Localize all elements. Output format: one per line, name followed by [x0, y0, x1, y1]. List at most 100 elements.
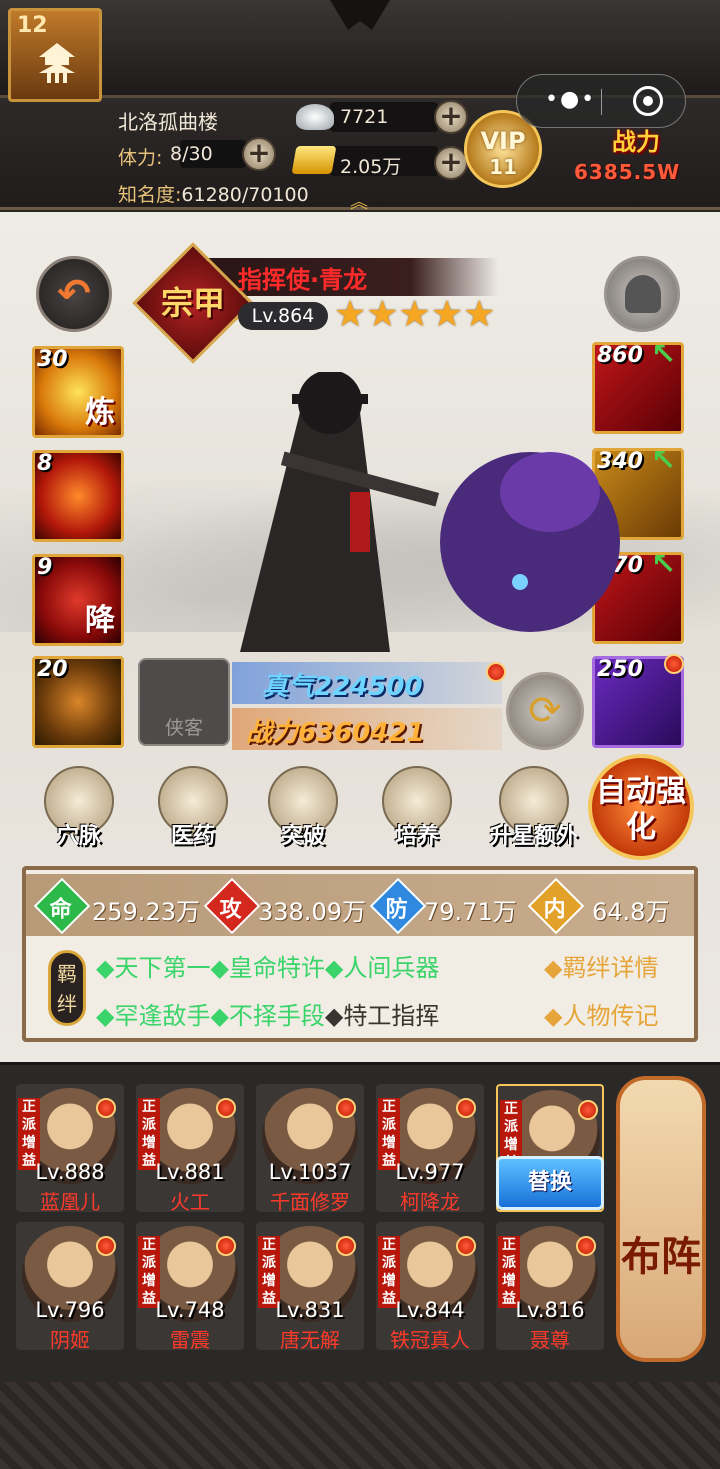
hero-level: Lv.844: [395, 1298, 465, 1322]
roster-card[interactable]: 正派增益 Lv.831 唐无解: [256, 1222, 364, 1352]
roster-card[interactable]: 正派增益 Lv.816 聂尊: [496, 1222, 604, 1352]
roster-card[interactable]: 正派增益 Lv.844 铁冠真人: [376, 1222, 484, 1352]
hero-level: Lv.881: [155, 1160, 225, 1184]
notification-dot: [576, 1236, 596, 1256]
total-power-value: 6385.5W: [574, 160, 681, 184]
stats-panel: 命 259.23万 攻 338.09万 防 79.71万 内 64.8万 羁绊 …: [22, 866, 698, 1042]
gold-value: 2.05万: [340, 156, 402, 178]
skill-glyph: 炼: [85, 395, 115, 430]
hero-level: Lv.888: [35, 1160, 105, 1184]
star-up-extra-button[interactable]: 升星额外: [474, 766, 594, 856]
notification-dot: [336, 1236, 356, 1256]
hero-level: Lv.864: [238, 302, 328, 330]
roster-card[interactable]: 正派增益 Lv.977 柯降龙: [376, 1084, 484, 1214]
zhenqi-value: 真气224500: [262, 672, 423, 702]
fame-display: 知名度:61280/70100: [118, 180, 309, 207]
expand-chevron-icon[interactable]: ︽: [350, 188, 368, 214]
bottom-decor: [0, 1382, 720, 1469]
add-gold-button[interactable]: +: [434, 146, 468, 180]
skill-level: 30: [37, 347, 68, 372]
hp-value: 259.23万: [92, 898, 200, 926]
close-target-icon[interactable]: [633, 86, 663, 116]
hero-name: 柯降龙: [400, 1190, 460, 1214]
hero-name: 火工: [170, 1190, 210, 1214]
skill-slot-4[interactable]: 20: [32, 656, 124, 748]
bond-inactive-trait: ◆特工指挥: [324, 1002, 440, 1030]
medicine-button[interactable]: 医药: [148, 766, 238, 856]
notification-dot: [216, 1236, 236, 1256]
helmet-icon[interactable]: [604, 256, 680, 332]
attribute-row: 命 259.23万 攻 338.09万 防 79.71万 内 64.8万: [26, 874, 694, 936]
stamina-value: 8/30: [170, 143, 213, 165]
roster-card[interactable]: 正派增益 Lv.748 雷震: [136, 1222, 244, 1352]
more-menu-icon[interactable]: •●•: [545, 87, 596, 112]
hero-level: Lv.977: [395, 1160, 465, 1184]
hero-level: Lv.816: [515, 1298, 585, 1322]
hero-name: 千面修罗: [270, 1190, 350, 1214]
notification-dot: [96, 1236, 116, 1256]
biography-link[interactable]: ◆人物传记: [544, 996, 658, 1031]
roster-card[interactable]: 正派增益 Lv.888 蓝凰儿: [16, 1084, 124, 1214]
gold-ingot-icon: [291, 146, 337, 174]
medicine-label: 医药: [170, 824, 215, 849]
hero-level: Lv.748: [155, 1298, 225, 1322]
formation-button[interactable]: 布阵: [616, 1076, 706, 1362]
pagoda-icon: [39, 43, 75, 83]
defense-value: 79.71万: [424, 898, 517, 926]
notification-dot: [336, 1098, 356, 1118]
hero-figure: [240, 372, 620, 652]
miniprogram-capsule: •●•: [516, 74, 686, 128]
attack-icon: 攻: [203, 877, 261, 935]
notification-dot: [96, 1098, 116, 1118]
silver-ingot-icon: [296, 104, 334, 130]
vip-level: 11: [489, 155, 517, 179]
back-arrow-button[interactable]: ↶: [36, 256, 112, 332]
hero-level: Lv.1037: [268, 1160, 352, 1184]
inner-power-icon: 内: [527, 877, 585, 935]
train-button[interactable]: 培养: [372, 766, 462, 856]
notification-dot: [456, 1236, 476, 1256]
auto-strengthen-button[interactable]: 自动强化: [588, 754, 694, 860]
replace-button[interactable]: 替换: [496, 1156, 604, 1210]
fame-value: 61280/70100: [181, 184, 309, 206]
refresh-swap-button[interactable]: ⟳: [506, 672, 584, 750]
breakthrough-label: 突破: [280, 824, 325, 849]
vip-label: VIP: [480, 127, 526, 155]
skill-slot-1[interactable]: 30 炼: [32, 346, 124, 438]
star-up-label: 升星额外: [489, 824, 578, 849]
bond-traits-row-2: ◆罕逢敌手◆不择手段◆特工指挥: [96, 996, 439, 1031]
rank-text: 宗甲: [160, 284, 225, 322]
upgrade-arrow-icon: ↖: [651, 342, 677, 372]
upgrade-arrow-icon: ↖: [651, 552, 677, 582]
roof-ornament: [330, 0, 390, 30]
skill-slot-3[interactable]: 9 降: [32, 554, 124, 646]
equip-level: 860: [597, 343, 643, 368]
roster-card[interactable]: Lv.796 阴姬: [16, 1222, 124, 1352]
breakthrough-button[interactable]: 突破: [258, 766, 348, 856]
meridian-label: 穴脉: [56, 824, 101, 849]
bond-details-link[interactable]: ◆羁绊详情: [544, 948, 658, 983]
hero-level: Lv.796: [35, 1298, 105, 1322]
hero-title: 指挥使·青龙: [238, 266, 368, 294]
fame-label: 知名度:: [118, 184, 182, 206]
roster-card[interactable]: 正派增益 Lv.881 火工: [136, 1084, 244, 1214]
notification-dot: [486, 662, 506, 682]
skill-slot-2[interactable]: 8: [32, 450, 124, 542]
companion-slot[interactable]: 侠客: [138, 658, 230, 746]
inner-power-value: 64.8万: [592, 898, 670, 926]
player-name: 北洛孤曲楼: [118, 110, 218, 134]
hero-name: 铁冠真人: [390, 1328, 470, 1352]
skill-level: 8: [37, 451, 53, 476]
train-label: 培养: [394, 824, 439, 849]
add-silver-button[interactable]: +: [434, 100, 468, 134]
bond-tag: 羁绊: [48, 950, 86, 1026]
player-avatar[interactable]: 12: [8, 8, 102, 102]
bond-traits-row-1: ◆天下第一◆皇命特许◆人间兵器: [96, 954, 440, 982]
skill-glyph: 降: [85, 603, 115, 638]
formation-label: 布阵: [621, 1234, 701, 1280]
roster-card[interactable]: Lv.1037 千面修罗: [256, 1084, 364, 1214]
add-stamina-button[interactable]: +: [242, 137, 276, 171]
meridian-button[interactable]: 穴脉: [34, 766, 124, 856]
hero-name: 蓝凰儿: [40, 1190, 100, 1214]
hero-level: Lv.831: [275, 1298, 345, 1322]
